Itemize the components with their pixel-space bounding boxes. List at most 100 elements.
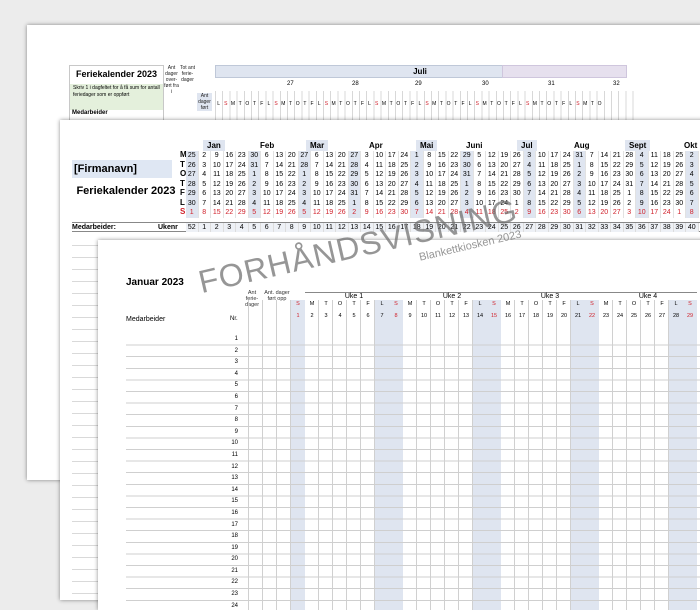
calendar-cell: 22: [611, 160, 624, 170]
calendar-cell: 25: [611, 189, 624, 199]
calendar-cell: 3: [248, 189, 261, 199]
sheet1-week: 28: [352, 81, 359, 87]
calendar-cell: 7: [361, 189, 374, 199]
sheet1-day-letter: T: [554, 101, 558, 107]
calendar-cell: 21: [499, 170, 511, 180]
calendar-cell: 9: [636, 198, 649, 208]
calendar-cell: 19: [549, 170, 561, 180]
row-number: 22: [231, 579, 238, 586]
calendar-cell: 7: [199, 198, 211, 208]
calendar-cell: 6: [636, 170, 649, 180]
calendar-cell: 7: [586, 151, 599, 161]
calendar-cell: 16: [536, 208, 549, 218]
day-letter: S: [688, 301, 692, 307]
calendar-cell: 3: [199, 160, 211, 170]
calendar-cell: 29: [561, 198, 574, 208]
day-letter: F: [660, 301, 664, 307]
calendar-cell: 14: [486, 170, 499, 180]
day-number: 16: [504, 313, 512, 319]
calendar-cell: 18: [599, 189, 611, 199]
calendar-cell: 9: [424, 160, 436, 170]
calendar-cell: 3: [411, 170, 424, 180]
day-number: 8: [394, 313, 398, 319]
calendar-cell: 1: [186, 208, 199, 218]
calendar-cell: 7: [686, 198, 699, 208]
sheet2-title: Feriekalender 2023: [76, 185, 176, 197]
calendar-cell: 4: [411, 179, 424, 189]
calendar-cell: 27: [674, 170, 686, 180]
calendar-cell: 8: [311, 170, 324, 180]
calendar-cell: 27: [611, 208, 624, 218]
calendar-cell: 29: [624, 160, 636, 170]
calendar-cell: 30: [461, 160, 474, 170]
calendar-cell: 11: [536, 160, 549, 170]
day-number: 25: [630, 313, 638, 319]
calendar-cell: 20: [224, 189, 236, 199]
calendar-cell: 5: [248, 208, 261, 218]
week-header: Uke 3: [501, 292, 599, 300]
calendar-cell: 13: [274, 151, 286, 161]
day-number: 5: [352, 313, 356, 319]
sheet1-day-letter: T: [288, 101, 292, 107]
day-letter: M: [309, 301, 315, 307]
calendar-cell: 1: [461, 179, 474, 189]
calendar-cell: 22: [549, 198, 561, 208]
calendar-cell: 11: [261, 198, 274, 208]
sheet1-month-next: [502, 65, 627, 78]
sheet1-day-letter: T: [439, 101, 443, 107]
sheet1-day-letter: T: [403, 101, 407, 107]
calendar-cell: 25: [561, 160, 574, 170]
row-number: 24: [231, 602, 238, 609]
calendar-cell: 12: [536, 170, 549, 180]
sheet-january: Januar 2023 Medarbeider Nr. Ant ferie- d…: [98, 240, 700, 610]
calendar-cell: 11: [424, 179, 436, 189]
calendar-cell: 1: [348, 198, 361, 208]
row-number: 9: [234, 428, 238, 435]
calendar-cell: 7: [636, 179, 649, 189]
calendar-cell: 17: [386, 151, 399, 161]
calendar-cell: 31: [248, 160, 261, 170]
week-number: 40: [686, 223, 699, 232]
calendar-cell: 28: [511, 170, 524, 180]
calendar-cell: 24: [399, 151, 411, 161]
calendar-cell: 13: [211, 189, 224, 199]
calendar-cell: 15: [599, 160, 611, 170]
calendar-cell: 10: [311, 189, 324, 199]
calendar-cell: 11: [586, 189, 599, 199]
calendar-cell: 28: [399, 189, 411, 199]
calendar-cell: 19: [661, 160, 674, 170]
calendar-cell: 18: [661, 151, 674, 161]
calendar-cell: 30: [674, 198, 686, 208]
calendar-cell: 10: [424, 170, 436, 180]
sheet1-day-letter: M: [482, 101, 487, 107]
calendar-cell: 12: [261, 208, 274, 218]
calendar-cell: 10: [586, 179, 599, 189]
week-number: 36: [636, 223, 649, 232]
calendar-cell: 13: [324, 151, 336, 161]
day-letter: O: [533, 301, 539, 307]
day-number: 23: [602, 313, 610, 319]
calendar-cell: 30: [186, 198, 199, 208]
calendar-cell: 16: [324, 179, 336, 189]
calendar-cell: 13: [374, 179, 386, 189]
sheet1-day-letter: L: [468, 101, 472, 107]
calendar-cell: 27: [348, 151, 361, 161]
sheet1-day-letter: T: [353, 101, 357, 107]
day-letter: O: [435, 301, 441, 307]
sheet1-day-letter: O: [446, 101, 451, 107]
week-number: 39: [673, 223, 686, 232]
nr-header: Nr.: [230, 316, 238, 322]
calendar-cell: 28: [186, 179, 199, 189]
day-number: 2: [310, 313, 314, 319]
row-number: 5: [234, 382, 238, 389]
calendar-cell: 29: [236, 208, 249, 218]
sheet1-week: 32: [613, 81, 620, 87]
calendar-cell: 24: [611, 179, 624, 189]
day-number: 27: [658, 313, 666, 319]
sheet1-day-letter: L: [217, 101, 220, 107]
calendar-cell: 26: [286, 208, 299, 218]
calendar-cell: 23: [611, 170, 624, 180]
calendar-cell: 22: [449, 151, 461, 161]
day-letter: T: [324, 301, 328, 307]
calendar-cell: 1: [573, 160, 586, 170]
